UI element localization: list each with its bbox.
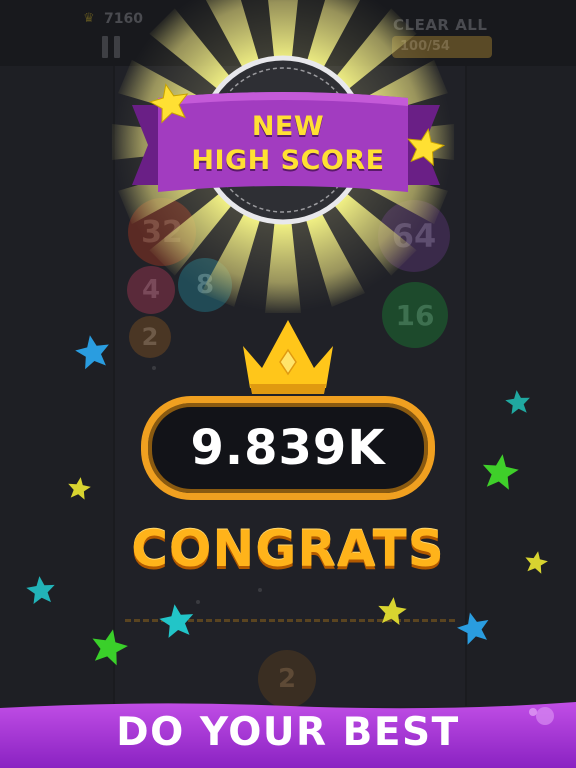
high-score-banner: NEW HIGH SCORE (170, 110, 406, 178)
banner-line-1: NEW (251, 111, 325, 142)
star-icon (75, 335, 109, 370)
star-icon (378, 597, 407, 625)
score-pill: 9.839K (141, 396, 435, 500)
crown-icon (243, 320, 333, 394)
star-icon (457, 612, 489, 645)
star-icon (68, 477, 91, 500)
banner-line-2: HIGH SCORE (191, 145, 385, 176)
star-icon (26, 576, 55, 604)
final-score: 9.839K (190, 420, 386, 476)
footer-tagline: DO YOUR BEST (116, 710, 460, 755)
game-screen: ♛ 7160 CLEAR ALL 100/54 32 4 8 2 64 16 2 (0, 0, 576, 768)
star-icon (159, 604, 194, 638)
star-icon (482, 454, 519, 490)
star-icon (92, 629, 128, 666)
star-icon (525, 551, 548, 574)
congrats-title: CONGRATS (131, 520, 445, 578)
star-icon (505, 390, 530, 415)
